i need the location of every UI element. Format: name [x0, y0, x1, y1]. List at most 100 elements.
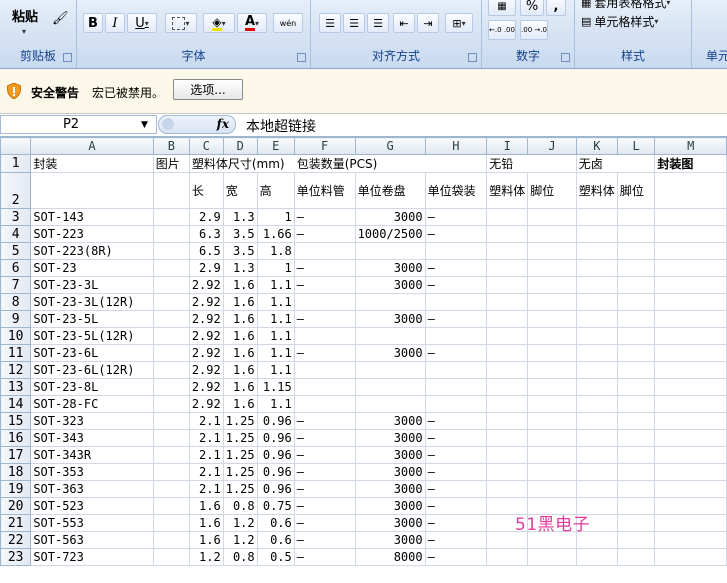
cell-package[interactable]: SOT-553: [30, 514, 154, 532]
cell-height[interactable]: 1.1: [256, 344, 295, 362]
cell-m[interactable]: [654, 225, 727, 243]
cell-package[interactable]: SOT-323: [30, 412, 154, 430]
decrease-decimal-button[interactable]: .00 →.0: [520, 20, 548, 40]
phonetic-button[interactable]: wén: [273, 13, 303, 33]
paste-dropdown-icon[interactable]: ▾: [22, 27, 26, 36]
cell-width[interactable]: 1.6: [222, 293, 258, 311]
cell-width[interactable]: 1.6: [222, 310, 258, 328]
cell-i[interactable]: [486, 548, 529, 566]
cell-height[interactable]: 1.1: [256, 310, 295, 328]
cell-image[interactable]: [152, 276, 190, 294]
cell-l[interactable]: [616, 276, 656, 294]
cell-length[interactable]: 6.3: [188, 225, 224, 243]
cell-m[interactable]: [654, 361, 727, 379]
cell-length[interactable]: 2.92: [188, 361, 224, 379]
cell-package[interactable]: SOT-523: [30, 497, 154, 515]
cell-bag[interactable]: [424, 361, 488, 379]
fill-color-button[interactable]: ◈ ▾: [203, 13, 235, 33]
cell-k[interactable]: [575, 208, 618, 226]
cell-bag[interactable]: [424, 242, 488, 260]
cell-tube[interactable]: [293, 395, 356, 413]
cell-image[interactable]: [152, 514, 190, 532]
cell-length[interactable]: 1.6: [188, 514, 224, 532]
cell-tube[interactable]: [293, 361, 356, 379]
cell-height[interactable]: 1.1: [256, 327, 295, 345]
cell-image[interactable]: [152, 531, 190, 549]
cell-tube[interactable]: —: [293, 429, 356, 447]
cell-l[interactable]: [616, 395, 656, 413]
cell-l[interactable]: [616, 497, 656, 515]
cell-i[interactable]: [486, 412, 529, 430]
cell-width[interactable]: 1.6: [222, 361, 258, 379]
cell-image[interactable]: [152, 429, 190, 447]
cell-image[interactable]: [152, 497, 190, 515]
cell-length[interactable]: 2.1: [188, 446, 224, 464]
column-header[interactable]: C: [188, 137, 224, 155]
cell-height[interactable]: 0.5: [256, 548, 295, 566]
row-header[interactable]: 22: [0, 531, 32, 549]
cell-i[interactable]: [486, 208, 529, 226]
spreadsheet-grid[interactable]: ABCDEFGHIJKLM 1 封装 图片 塑料体尺寸(mm) 包装数量(PCS…: [0, 137, 727, 583]
align-right-button[interactable]: ☰: [367, 13, 389, 33]
cell-bag[interactable]: —: [424, 463, 488, 481]
cell-image[interactable]: [152, 446, 190, 464]
cell-k[interactable]: [575, 225, 618, 243]
cell-bag[interactable]: —: [424, 480, 488, 498]
row-header[interactable]: 13: [0, 378, 32, 396]
cell-k[interactable]: [575, 429, 618, 447]
cell-reel[interactable]: 3000: [354, 514, 426, 532]
cell-package[interactable]: SOT-23-6L(12R): [30, 361, 154, 379]
cell-bag[interactable]: —: [424, 259, 488, 277]
cell-bag[interactable]: [424, 327, 488, 345]
cell-styles-button[interactable]: ▤ 单元格样式 ▾: [581, 13, 658, 30]
cell-bag[interactable]: [424, 378, 488, 396]
cell-tube[interactable]: —: [293, 208, 356, 226]
cell-width[interactable]: 0.8: [222, 497, 258, 515]
cell-reel[interactable]: 3000: [354, 412, 426, 430]
cell-k[interactable]: [575, 259, 618, 277]
cell-m[interactable]: [654, 514, 727, 532]
cell-reel[interactable]: 3000: [354, 344, 426, 362]
percent-button[interactable]: %: [520, 0, 544, 16]
cell-width[interactable]: 1.6: [222, 344, 258, 362]
cell-B1[interactable]: 图片: [152, 154, 190, 173]
column-header[interactable]: M: [654, 137, 727, 155]
cell-height[interactable]: 1.1: [256, 395, 295, 413]
column-header[interactable]: H: [424, 137, 488, 155]
cell-m[interactable]: [654, 412, 727, 430]
cell-reel[interactable]: 3000: [354, 429, 426, 447]
cell-height[interactable]: 0.75: [256, 497, 295, 515]
cell-package[interactable]: SOT-143: [30, 208, 154, 226]
increase-indent-button[interactable]: ⇥: [417, 13, 439, 33]
cell-i[interactable]: [486, 429, 529, 447]
cell-i[interactable]: [486, 225, 529, 243]
cell-image[interactable]: [152, 208, 190, 226]
cell-m[interactable]: [654, 344, 727, 362]
cell-k[interactable]: [575, 344, 618, 362]
cell-width[interactable]: 3.5: [222, 225, 258, 243]
comma-button[interactable]: ,: [546, 0, 566, 16]
cell-height[interactable]: 1.1: [256, 276, 295, 294]
cell-l[interactable]: [616, 327, 656, 345]
row-header[interactable]: 12: [0, 361, 32, 379]
cell-image[interactable]: [152, 480, 190, 498]
cell-height[interactable]: 0.6: [256, 514, 295, 532]
cell-k[interactable]: [575, 446, 618, 464]
cell-height[interactable]: 1: [256, 208, 295, 226]
cell-reel[interactable]: 3000: [354, 531, 426, 549]
alignment-launcher-icon[interactable]: [468, 53, 477, 62]
cell-tube[interactable]: —: [293, 548, 356, 566]
cell-m[interactable]: [654, 310, 727, 328]
cell-m[interactable]: [654, 395, 727, 413]
cell-k[interactable]: [575, 395, 618, 413]
cell-bag[interactable]: —: [424, 548, 488, 566]
cell-j[interactable]: [527, 344, 577, 362]
cell-length[interactable]: 2.92: [188, 276, 224, 294]
italic-button[interactable]: I: [105, 13, 125, 33]
cell-H2[interactable]: 单位袋装: [424, 172, 488, 209]
cell-height[interactable]: 1.8: [256, 242, 295, 260]
cell-reel[interactable]: 3000: [354, 480, 426, 498]
cell-reel[interactable]: 3000: [354, 463, 426, 481]
cell-reel[interactable]: [354, 378, 426, 396]
cell-height[interactable]: 0.96: [256, 463, 295, 481]
